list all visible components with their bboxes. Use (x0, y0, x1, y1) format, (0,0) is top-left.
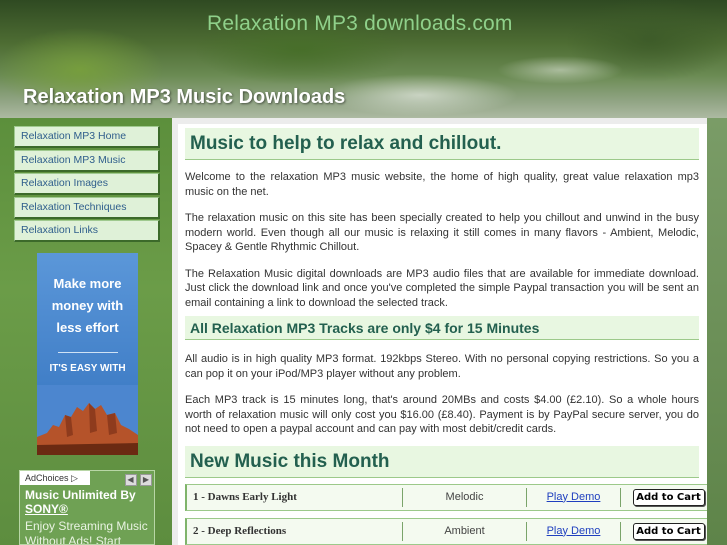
play-demo-link[interactable]: Play Demo (527, 521, 621, 541)
cart-cell: Add to Cart (621, 488, 707, 507)
nav-item-links[interactable]: Relaxation Links (14, 220, 160, 243)
ad-headline[interactable]: Music Unlimited By (20, 485, 154, 502)
site-title: Relaxation MP3 Music Downloads (23, 86, 346, 108)
ad-text-1: Make more (53, 276, 122, 291)
new-music-heading: New Music this Month (185, 445, 699, 478)
track-list: 1 - Dawns Early Light Melodic Play Demo … (185, 483, 707, 545)
pricing-paragraph: Each MP3 track is 15 minutes long, that'… (185, 394, 699, 435)
ad-desc-2: Without Ads! Start (25, 534, 122, 545)
add-to-cart-button[interactable]: Add to Cart (632, 523, 705, 540)
track-row: 2 - Deep Reflections Ambient Play Demo A… (185, 517, 707, 545)
ad-divider (57, 352, 118, 353)
about-paragraph: The relaxation music on this site has be… (185, 212, 699, 253)
nav-item-images[interactable]: Relaxation Images (14, 173, 160, 196)
main-content: Music to help to relax and chillout. Wel… (172, 118, 707, 545)
ad-link[interactable]: SONY® (20, 502, 154, 516)
chevron-right-icon[interactable]: ▶ (140, 474, 152, 486)
ad-desc-1: Enjoy Streaming Music (25, 519, 148, 533)
track-row: 1 - Dawns Early Light Melodic Play Demo … (185, 483, 707, 511)
nav-item-techniques[interactable]: Relaxation Techniques (14, 196, 160, 219)
adchoices-icon: ▷ (71, 473, 78, 483)
track-name: 2 - Deep Reflections (187, 521, 403, 541)
intro-paragraph: Welcome to the relaxation MP3 music webs… (185, 171, 699, 198)
ad-arrows: ◀ ▶ (124, 472, 152, 486)
price-heading: All Relaxation MP3 Tracks are only $4 fo… (185, 316, 699, 340)
ad-skyscraper[interactable]: Make more money with less effort IT'S EA… (37, 253, 138, 455)
track-genre: Ambient (403, 521, 527, 541)
cart-cell: Add to Cart (621, 522, 707, 541)
red-rock-image (37, 385, 138, 455)
ad-text-2: money with (51, 298, 124, 313)
download-paragraph: The Relaxation Music digital downloads a… (185, 267, 699, 309)
page-heading: Music to help to relax and chillout. (185, 128, 699, 160)
header-banner: Relaxation MP3 downloads.com Relaxation … (0, 0, 727, 125)
right-margin (707, 118, 727, 545)
sidebar-nav: Relaxation MP3 Home Relaxation MP3 Music… (14, 126, 160, 244)
format-paragraph: All audio is in high quality MP3 format.… (185, 353, 699, 380)
site-brand[interactable]: Relaxation MP3 downloads.com (207, 12, 513, 36)
track-genre: Melodic (403, 487, 527, 507)
track-name: 1 - Dawns Early Light (187, 487, 403, 507)
nav-item-music[interactable]: Relaxation MP3 Music (14, 149, 160, 172)
ad-box[interactable]: AdChoices ▷ ◀ ▶ Music Unlimited By SONY®… (19, 470, 155, 545)
chevron-left-icon[interactable]: ◀ (124, 474, 137, 486)
adchoices-label[interactable]: AdChoices ▷ (20, 471, 90, 485)
ad-text-3: less effort (56, 320, 119, 335)
add-to-cart-button[interactable]: Add to Cart (632, 489, 705, 506)
ad-text-4: IT'S EASY WITH (49, 363, 126, 374)
adchoices-text: AdChoices (25, 473, 69, 483)
nav-item-home[interactable]: Relaxation MP3 Home (14, 126, 160, 148)
play-demo-link[interactable]: Play Demo (527, 487, 621, 507)
